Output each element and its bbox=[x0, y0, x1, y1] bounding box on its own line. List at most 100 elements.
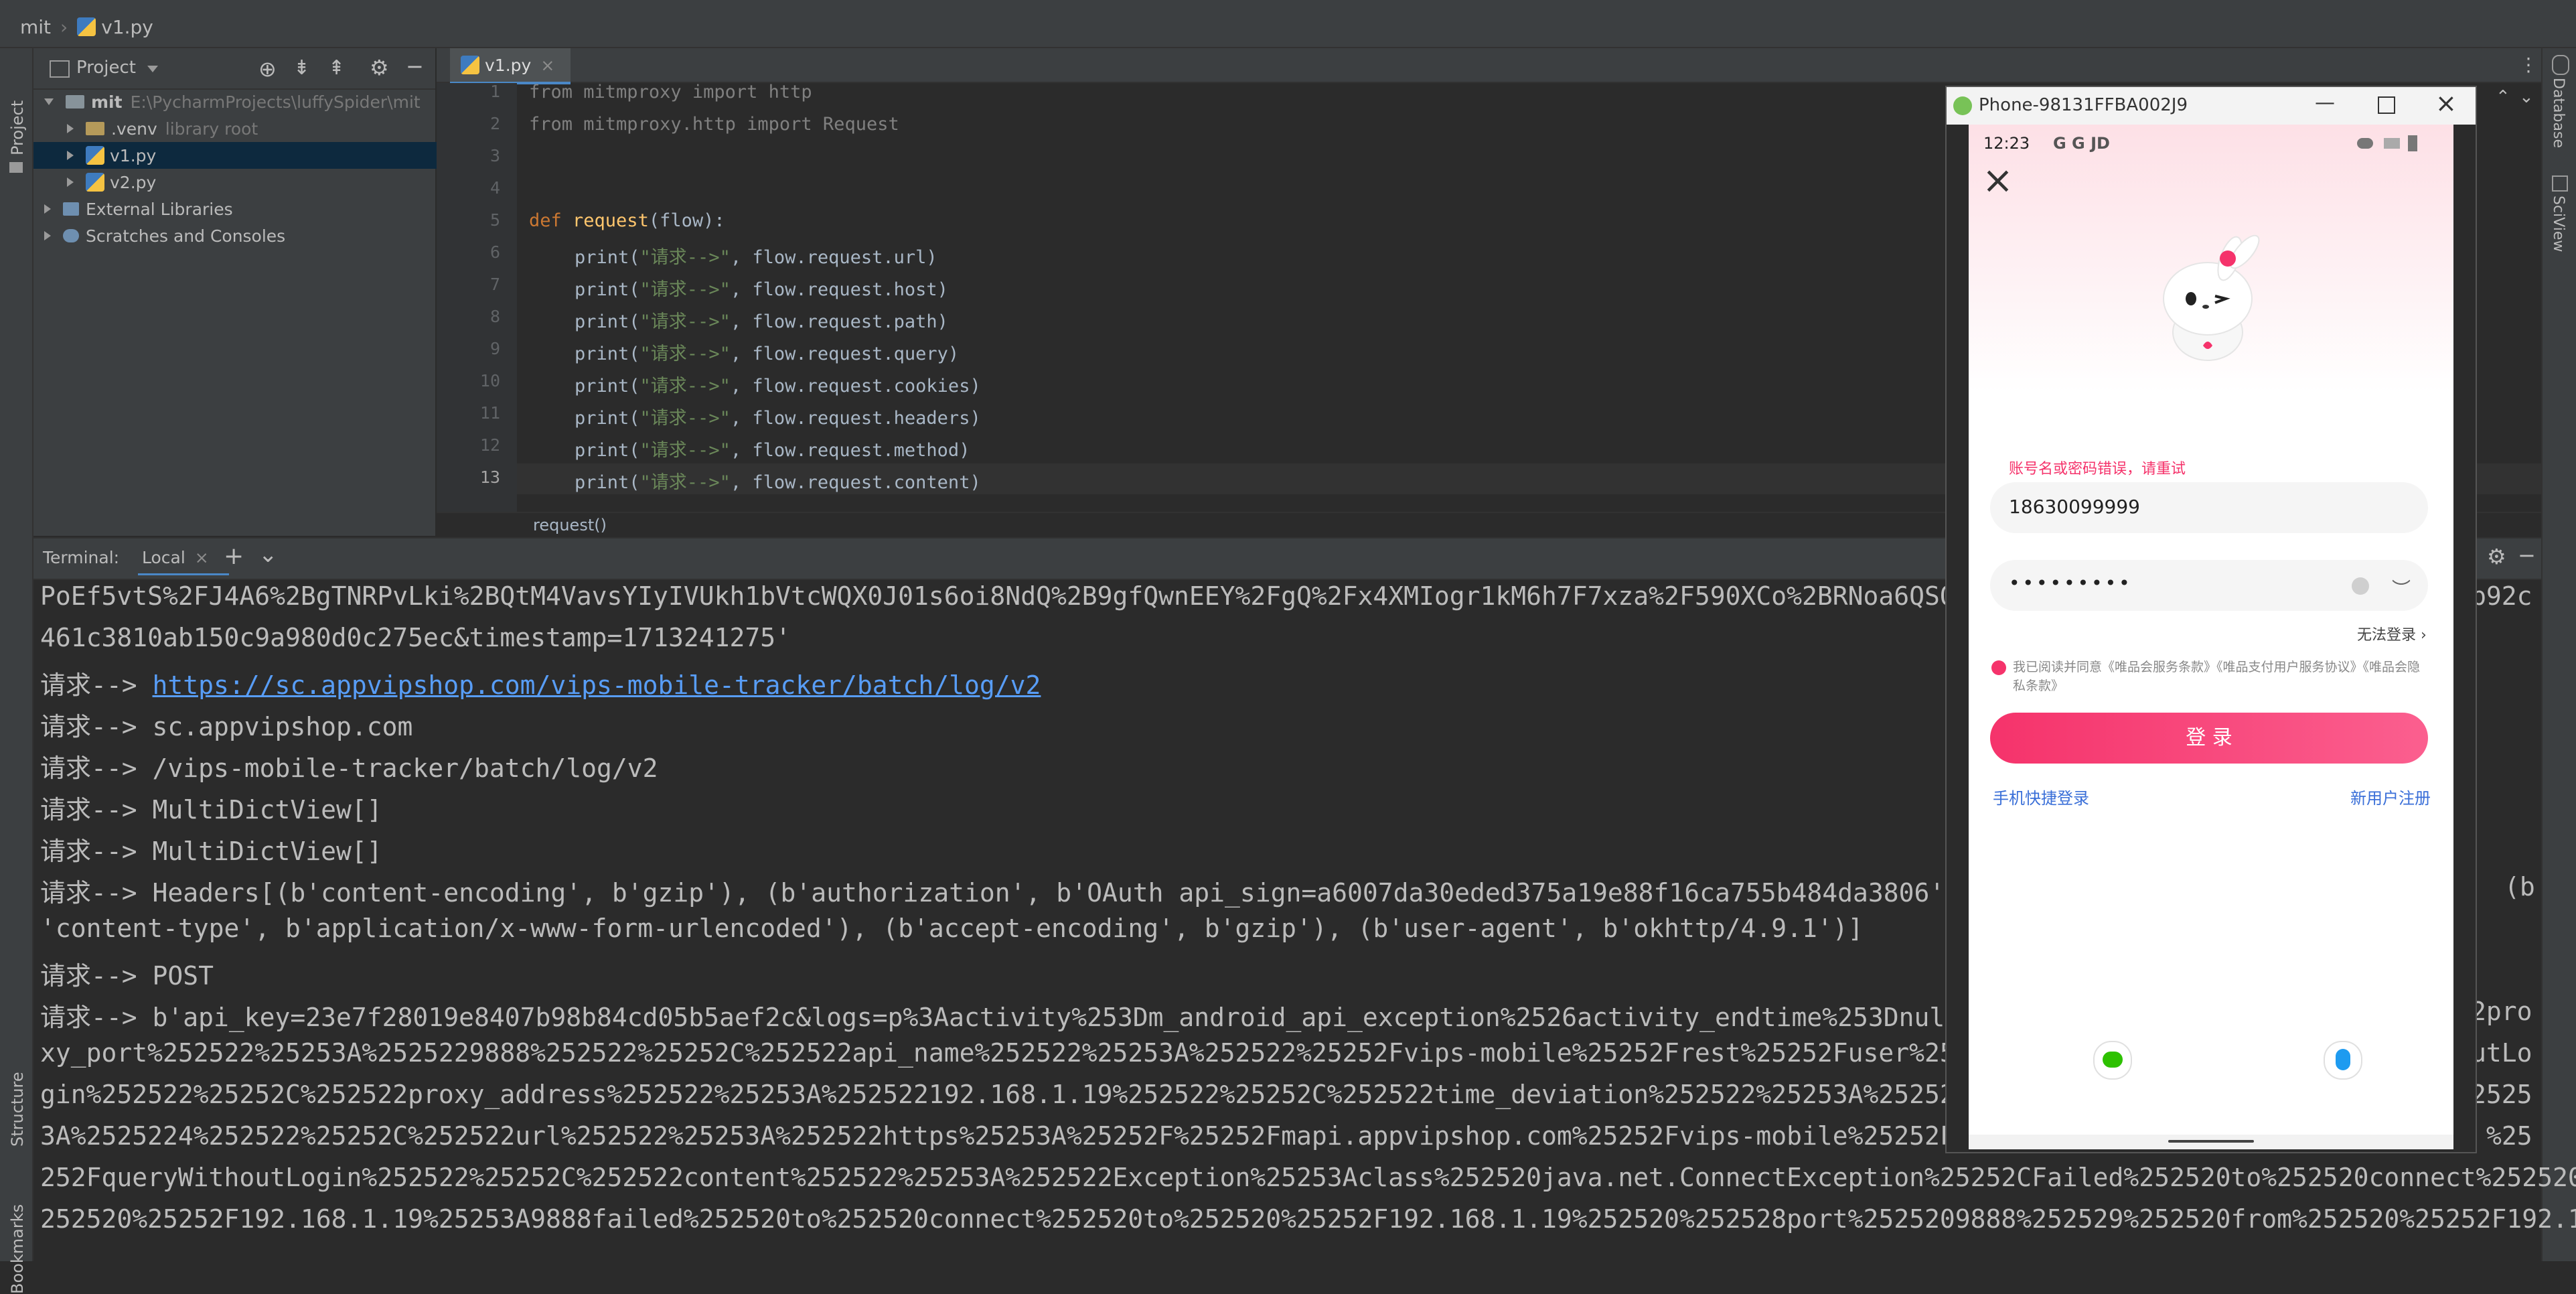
chevron-up-icon[interactable]: ⌃ bbox=[2496, 87, 2510, 107]
project-view-selector[interactable]: Project bbox=[76, 58, 136, 78]
breadcrumb-project[interactable]: mit bbox=[20, 16, 51, 38]
more-tabs-icon[interactable]: ⋮ bbox=[2519, 54, 2538, 76]
qq-login-icon[interactable] bbox=[2324, 1041, 2362, 1080]
status-app-icons: G G JD bbox=[2053, 134, 2110, 153]
code-token: (flow): bbox=[648, 210, 725, 231]
hide-panel-icon[interactable]: − bbox=[406, 54, 424, 79]
gear-icon[interactable]: ⚙ bbox=[2487, 544, 2506, 569]
hide-panel-icon[interactable]: − bbox=[2518, 543, 2536, 568]
code-token: , flow.request.content) bbox=[730, 472, 981, 493]
bookmarks-tool-button[interactable]: Bookmarks bbox=[8, 1204, 27, 1294]
hide-password-icon[interactable]: ︶ bbox=[2392, 575, 2411, 601]
code-line[interactable]: print("请求-->", flow.request.host) bbox=[575, 275, 948, 301]
code-line[interactable]: from mitmproxy import http bbox=[529, 82, 812, 102]
tab-local[interactable]: Local × bbox=[138, 543, 229, 575]
code-line[interactable]: print("请求-->", flow.request.content) bbox=[575, 468, 981, 494]
agreement-text[interactable]: 我已阅读并同意《唯品会服务条款》《唯品支付用户服务协议》《唯品会隐私条款》 bbox=[2013, 658, 2428, 695]
chevron-down-icon[interactable] bbox=[147, 66, 158, 72]
code-token: print bbox=[575, 472, 629, 493]
tree-item-label: v2.py bbox=[110, 172, 157, 192]
tree-item-venv[interactable]: .venv library root bbox=[33, 115, 469, 142]
expand-all-icon[interactable]: ⇟ bbox=[293, 56, 310, 80]
chevron-right-icon[interactable] bbox=[67, 151, 74, 160]
code-line[interactable]: print("请求-->", flow.request.url) bbox=[575, 242, 937, 269]
code-line[interactable]: print("请求-->", flow.request.query) bbox=[575, 339, 959, 365]
code-token: "请求-->" bbox=[639, 440, 731, 461]
code-line[interactable]: print("请求-->", flow.request.method) bbox=[575, 435, 970, 461]
code-line[interactable]: from mitmproxy.http import Request bbox=[529, 114, 899, 135]
locate-icon[interactable]: ⊕ bbox=[258, 56, 277, 82]
chevron-right-icon[interactable] bbox=[44, 231, 51, 240]
tab-v1-py[interactable]: v1.py × bbox=[450, 48, 571, 84]
structure-tool-button[interactable]: Structure bbox=[8, 1072, 27, 1147]
code-token: , flow.request.path) bbox=[730, 311, 948, 332]
tree-item-scratches[interactable]: Scratches and Consoles bbox=[33, 222, 446, 249]
login-button[interactable]: 登 录 bbox=[1990, 713, 2428, 764]
sciview-tool-button[interactable]: SciView bbox=[2550, 196, 2567, 252]
password-field[interactable]: ••••••••• ︶ bbox=[1990, 560, 2428, 611]
code-line[interactable]: print("请求-->", flow.request.cookies) bbox=[575, 371, 981, 397]
tree-item-v1[interactable]: v1.py bbox=[33, 142, 469, 169]
agreement-checkbox[interactable] bbox=[1991, 660, 2006, 675]
minimize-icon[interactable]: — bbox=[2315, 91, 2335, 115]
tab-label: Local bbox=[142, 548, 185, 567]
close-icon[interactable]: × bbox=[2435, 88, 2457, 118]
chevron-right-icon[interactable] bbox=[44, 204, 51, 214]
python-file-icon bbox=[77, 17, 96, 36]
line-number: 11 bbox=[479, 403, 500, 423]
phone-window-titlebar[interactable]: Phone-98131FFBA002J9 — × bbox=[1947, 87, 2476, 125]
code-token: print bbox=[575, 279, 629, 300]
database-tool-button[interactable]: Database bbox=[2550, 78, 2567, 148]
close-icon[interactable]: × bbox=[540, 56, 554, 75]
phone-number-field[interactable]: 18630099999 bbox=[1990, 482, 2428, 533]
code-line[interactable]: print("请求-->", flow.request.headers) bbox=[575, 403, 981, 429]
chevron-down-icon[interactable] bbox=[44, 98, 54, 105]
tree-item-mit[interactable]: mit E:\PycharmProjects\luffySpider\mit bbox=[33, 88, 446, 115]
code-line[interactable]: print("请求-->", flow.request.path) bbox=[575, 307, 948, 333]
tree-item-v2[interactable]: v2.py bbox=[33, 169, 469, 196]
line-number: 10 bbox=[479, 371, 500, 390]
tree-item-label: External Libraries bbox=[86, 199, 233, 219]
breadcrumb-file[interactable]: v1.py bbox=[101, 16, 153, 38]
chevron-right-icon[interactable] bbox=[67, 177, 74, 187]
code-breadcrumb[interactable]: request() bbox=[533, 516, 607, 534]
register-link[interactable]: 新用户注册 bbox=[2350, 785, 2431, 808]
tree-item-external-libraries[interactable]: External Libraries bbox=[33, 196, 446, 222]
terminal-line: gin%252522%25252C%252522proxy_address%25… bbox=[40, 1080, 2032, 1109]
terminal-line: 请求--> MultiDictView[] bbox=[40, 837, 382, 866]
code-token: , flow.request.headers) bbox=[730, 408, 981, 429]
cannot-login-link[interactable]: 无法登录 › bbox=[2357, 623, 2427, 644]
home-gesture-indicator[interactable] bbox=[2168, 1140, 2254, 1143]
project-tool-button[interactable]: Project bbox=[8, 100, 27, 155]
quick-login-link[interactable]: 手机快捷登录 bbox=[1993, 785, 2089, 808]
code-token: print bbox=[575, 344, 629, 364]
code-line[interactable]: def request(flow): bbox=[529, 210, 725, 231]
chevron-down-icon[interactable]: ⌄ bbox=[2519, 87, 2534, 107]
terminal-line: 请求--> POST bbox=[40, 961, 214, 991]
close-icon[interactable]: × bbox=[1982, 162, 2014, 200]
status-time: 12:23 bbox=[1983, 134, 2030, 153]
chevron-right-icon[interactable] bbox=[67, 124, 74, 133]
line-number: 1 bbox=[489, 82, 500, 101]
gear-icon[interactable]: ⚙ bbox=[370, 55, 389, 80]
code-token: , flow.request.host) bbox=[730, 279, 948, 300]
maximize-icon[interactable] bbox=[2378, 96, 2395, 114]
login-error-message: 账号名或密码错误，请重试 bbox=[2009, 461, 2186, 478]
wechat-login-icon[interactable] bbox=[2093, 1041, 2132, 1080]
code-token: print bbox=[575, 311, 629, 332]
terminal-line: 请求--> /vips-mobile-tracker/batch/log/v2 bbox=[40, 753, 658, 783]
line-number: 8 bbox=[489, 307, 500, 326]
terminal-line: 461c3810ab150c9a980d0c275ec&timestamp=17… bbox=[40, 623, 791, 652]
code-token: request bbox=[573, 210, 649, 231]
terminal-url-link[interactable]: https://sc.appvipshop.com/vips-mobile-tr… bbox=[153, 670, 1041, 700]
phone-mirror-window: Phone-98131FFBA002J9 — × 12:23 G G JD × bbox=[1945, 86, 2477, 1153]
window-top-strip bbox=[0, 0, 2576, 7]
terminal-fragment: %25 bbox=[2486, 1121, 2532, 1151]
close-icon[interactable]: × bbox=[195, 548, 209, 567]
clear-input-icon[interactable] bbox=[2352, 577, 2369, 595]
folder-icon bbox=[66, 95, 84, 109]
chevron-down-icon[interactable]: ⌄ bbox=[258, 541, 278, 568]
collapse-all-icon[interactable]: ⇞ bbox=[328, 56, 345, 80]
terminal-fragment: 2pro bbox=[2471, 997, 2532, 1026]
add-terminal-icon[interactable]: + bbox=[224, 543, 244, 570]
